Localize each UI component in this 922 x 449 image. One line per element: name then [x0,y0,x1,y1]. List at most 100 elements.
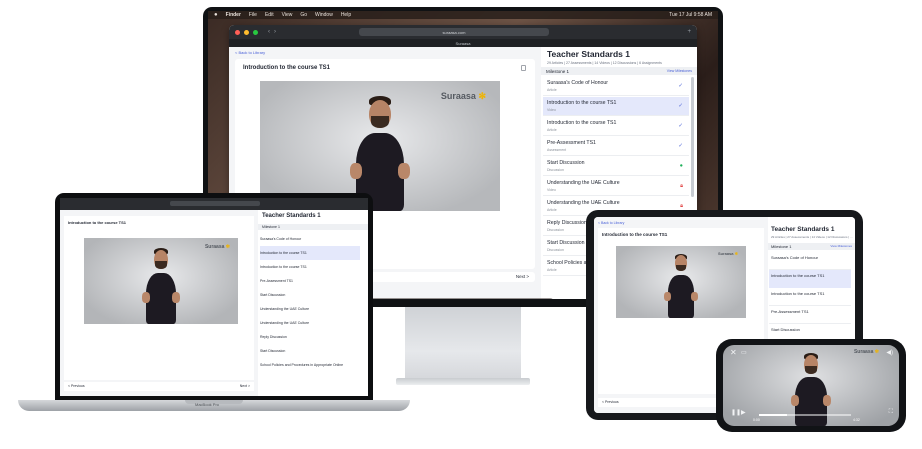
macbook-lesson-item[interactable]: Understanding the UAE Culture [260,302,360,316]
lesson-title: Introduction to the course TS1 [243,65,331,71]
ipad-back-link[interactable]: < Back to Library [598,221,624,225]
address-bar[interactable]: suraasa.com [359,28,549,36]
macbook-presenter-figure [142,246,180,324]
lesson-item-title: Suraasa's Code of Honour [547,80,608,86]
bookmark-icon[interactable] [521,65,526,71]
menu-go[interactable]: Go [300,12,307,18]
macbook-lesson-item[interactable]: Pre-Assessment TS1 [260,274,360,288]
lesson-item[interactable]: Understanding the UAE Culture Video 🔒︎ [543,177,689,196]
lesson-item-type: Video [547,188,556,192]
tab-title: Suraasa [455,40,471,46]
lesson-item-type: Discussion [547,168,564,172]
macbook-course-sidebar: Teacher Standards 1 Milestone 1 Suraasa'… [258,210,368,396]
browser-tab[interactable]: Suraasa [229,39,697,47]
sidebar-scrollbar[interactable] [691,77,694,197]
video-player[interactable]: Suraasa ✻ [260,81,500,211]
ipad-course-title: Teacher Standards 1 [771,226,835,233]
milestone-header[interactable]: Milestone 1 View Milestones [541,67,697,75]
ipad-lesson-item-active[interactable]: Introduction to the course TS1 [769,270,851,288]
macbook-video-player[interactable]: Suraasa ✻ [84,238,238,324]
macbook-lesson-item[interactable]: Start Discussion [260,288,360,302]
course-title: Teacher Standards 1 [547,49,630,59]
forward-arrow-icon[interactable]: › [274,29,276,35]
new-tab-icon[interactable]: + [687,29,691,35]
iphone-time-total: 4:32 [853,418,860,422]
macbook-lesson-list: Suraasa's Code of Honour Introduction to… [260,232,360,392]
menu-edit[interactable]: Edit [265,12,274,18]
check-icon: ✓ [678,123,683,129]
lesson-item[interactable]: Pre-Assessment TS1 Assessment ✓ [543,137,689,156]
ipad-lesson-item-title: Introduction to the course TS1 [771,291,825,296]
macbook-lesson-item[interactable]: Start Discussion [260,344,360,358]
volume-icon[interactable]: ◀︎) [886,349,893,356]
lesson-item-title: Start Discussion [547,160,585,166]
seek-bar-progress [759,414,787,416]
lesson-item[interactable]: Suraasa's Code of Honour Article ✓ [543,77,689,96]
macbook-screen: Introduction to the course TS1 Suraasa ✻… [60,198,368,396]
next-button[interactable]: Next > [516,274,529,279]
play-icon[interactable]: ▶ [741,409,746,416]
maximize-window-icon[interactable] [253,29,258,35]
ipad-suraasa-logo: Suraasa ✻ [717,251,738,256]
iphone-suraasa-logo: Suraasa ✻ [853,349,879,355]
lesson-item-title: Introduction to the course TS1 [547,120,617,126]
suraasa-logo: Suraasa ✻ [440,91,486,101]
macbook-lesson-item[interactable]: Understanding the UAE Culture [260,316,360,330]
macbook-suraasa-logo: Suraasa ✻ [204,244,230,250]
ipad-lesson-item-title: Pre-Assessment TS1 [771,309,809,314]
view-milestones-link[interactable]: View Milestones [667,69,692,73]
macbook-lesson-item[interactable]: Reply Discussion [260,330,360,344]
ipad-video-player[interactable]: Suraasa ✻ [616,246,746,318]
course-summary: 29 Articles | 27 Assessments | 14 Videos… [547,61,662,65]
apple-menu-icon[interactable]: ● [214,12,218,18]
macbook-milestone-header[interactable]: Milestone 1 [258,224,368,230]
close-player-icon[interactable]: ✕ [730,348,737,357]
ipad-presenter-figure [664,252,698,318]
menu-window[interactable]: Window [315,12,333,18]
ipad-milestone-header[interactable]: Milestone 1 View Milestones [768,243,855,250]
macbook-content-card: Introduction to the course TS1 Suraasa ✻ [64,216,254,380]
menu-view[interactable]: View [282,12,293,18]
macbook-label: MacBook Pro [195,402,220,407]
menubar-clock[interactable]: Tue 17 Jul 9:58 AM [669,12,712,18]
ipad-view-milestones-link[interactable]: View Milestones [830,244,852,249]
iphone-screen[interactable]: Suraasa ✻ ✕ ▭ ◀︎) ❚❚ ▶ 0:00 4:32 ⛶ [723,345,899,426]
lesson-item[interactable]: Start Discussion Discussion ● [543,157,689,176]
iphone-brand-name: Suraasa [853,349,874,355]
menu-file[interactable]: File [249,12,257,18]
lesson-item-type: Article [547,128,557,132]
macbook-previous-button[interactable]: < Previous [68,384,85,388]
ipad-lesson-title: Introduction to the course TS1 [602,232,668,237]
picture-in-picture-icon[interactable]: ▭ [741,349,747,356]
macbook-lesson-item[interactable]: School Policies and Procedures in Approp… [260,358,360,372]
macbook-lesson-item-active[interactable]: Introduction to the course TS1 [260,246,360,260]
browser-toolbar: ‹ › suraasa.com + [229,25,697,39]
lock-icon: 🔒︎ [680,183,683,189]
ipad-previous-button[interactable]: < Previous [602,400,619,404]
macbook-lesson-title: Introduction to the course TS1 [68,220,127,225]
ipad-lesson-item-title: Introduction to the course TS1 [771,273,825,278]
macbook-next-button[interactable]: Next > [240,384,250,388]
lesson-item-title: Understanding the UAE Culture [547,180,620,186]
ipad-milestone-label: Milestone 1 [771,244,792,249]
ipad-lesson-item[interactable]: Introduction to the course TS1 [769,288,851,306]
check-icon: ✓ [678,83,683,89]
macbook-lesson-item[interactable]: Introduction to the course TS1 [260,260,360,274]
lesson-item[interactable]: Introduction to the course TS1 Article ✓ [543,117,689,136]
lesson-item-title: Introduction to the course TS1 [547,100,617,106]
close-window-icon[interactable] [235,29,240,35]
back-to-library-link[interactable]: < Back to Library [235,50,265,55]
menu-help[interactable]: Help [341,12,351,18]
lesson-item-type: Article [547,88,557,92]
macbook-browser-toolbar [60,198,368,210]
menu-finder[interactable]: Finder [226,12,241,18]
ipad-lesson-item[interactable]: Pre-Assessment TS1 [769,306,851,324]
macbook-lesson-item[interactable]: Suraasa's Code of Honour [260,232,360,246]
back-arrow-icon[interactable]: ‹ [268,29,270,35]
macbook-address-bar[interactable] [170,201,260,206]
pause-icon[interactable]: ❚❚ [731,409,741,416]
ipad-lesson-item[interactable]: Suraasa's Code of Honour [769,252,851,270]
minimize-window-icon[interactable] [244,29,249,35]
fullscreen-icon[interactable]: ⛶ [889,409,893,416]
lesson-item-active[interactable]: Introduction to the course TS1 Video ✓ [543,97,689,116]
